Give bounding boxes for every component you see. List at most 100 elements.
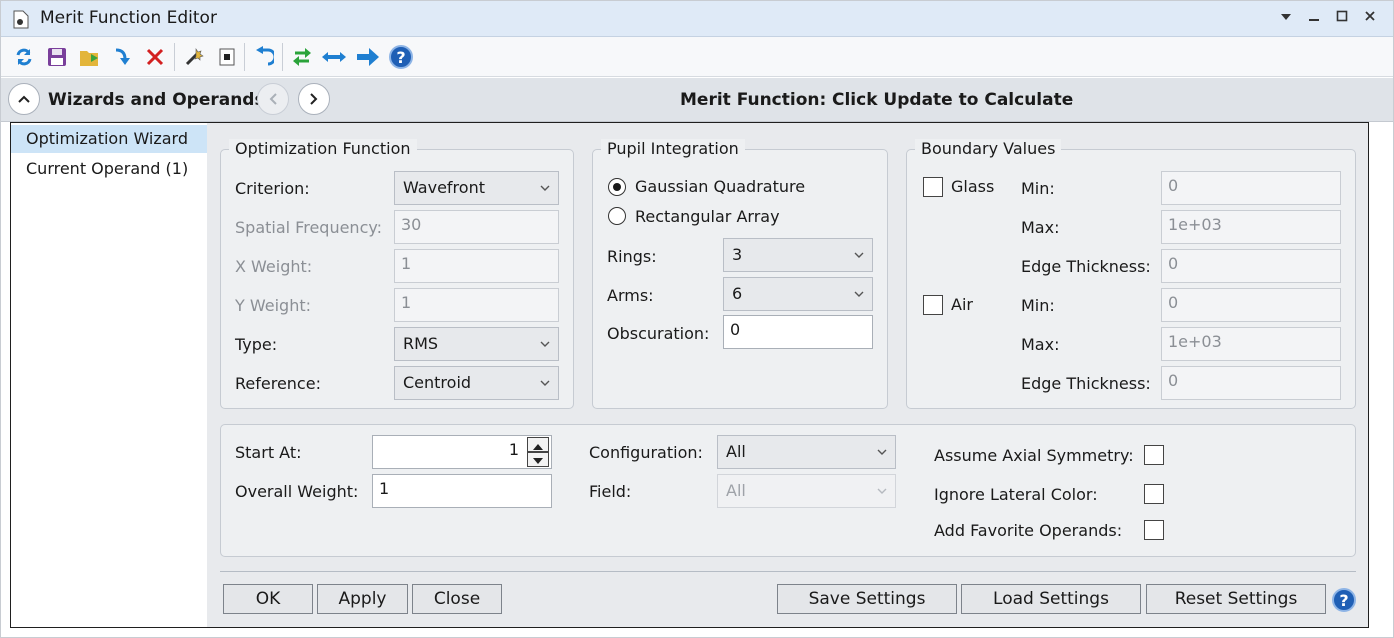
- chevron-down-icon: [854, 291, 864, 297]
- spin-up-button[interactable]: [527, 437, 549, 452]
- obscuration-field[interactable]: 0: [723, 315, 873, 349]
- rings-select[interactable]: 3: [723, 238, 873, 272]
- collapse-button[interactable]: [8, 83, 40, 115]
- help-icon[interactable]: ?: [388, 43, 414, 71]
- glass-max-field[interactable]: 1e+03: [1161, 210, 1341, 244]
- forward-icon[interactable]: [355, 43, 381, 71]
- glass-edge-thickness-field[interactable]: 0: [1161, 249, 1341, 283]
- field-value: All: [726, 481, 746, 500]
- insert-icon[interactable]: [110, 43, 136, 71]
- close-button[interactable]: Close: [412, 584, 502, 614]
- rectangular-array-radio[interactable]: [608, 207, 626, 225]
- overall-weight-field[interactable]: 1: [372, 474, 552, 508]
- air-min-label: Min:: [1021, 296, 1055, 315]
- start-at-label: Start At:: [235, 443, 302, 462]
- arms-select[interactable]: 6: [723, 277, 873, 311]
- spin-down-button[interactable]: [527, 452, 549, 467]
- glass-label: Glass: [951, 177, 995, 196]
- air-edge-thickness-field[interactable]: 0: [1161, 366, 1341, 400]
- nav-item-current-operand[interactable]: Current Operand (1): [11, 155, 207, 183]
- gaussian-quadrature-radio[interactable]: [608, 178, 626, 196]
- close-window-icon[interactable]: [1359, 7, 1381, 26]
- assume-axial-symmetry-label: Assume Axial Symmetry:: [934, 446, 1134, 465]
- toolbar: ?: [1, 37, 1393, 77]
- divider: [220, 571, 1356, 572]
- merit-function-label: Merit Function:: [680, 90, 827, 110]
- toolbar-separator: [174, 43, 175, 71]
- title-bar: Merit Function Editor: [1, 1, 1393, 37]
- nav-item-optimization-wizard[interactable]: Optimization Wizard: [11, 125, 207, 153]
- reset-settings-button[interactable]: Reset Settings: [1146, 584, 1326, 614]
- reference-select[interactable]: Centroid: [394, 366, 559, 400]
- toolbar-separator: [244, 43, 245, 71]
- air-max-label: Max:: [1021, 335, 1060, 354]
- minimize-icon[interactable]: [1303, 7, 1325, 26]
- reference-value: Centroid: [403, 373, 472, 392]
- refresh-icon[interactable]: [11, 43, 37, 71]
- swap-icon[interactable]: [289, 43, 315, 71]
- boundary-values-title: Boundary Values: [915, 139, 1062, 158]
- start-at-field[interactable]: 1: [372, 435, 552, 469]
- add-favorite-operands-label: Add Favorite Operands:: [934, 521, 1123, 540]
- start-at-spinner[interactable]: [527, 437, 549, 467]
- y-weight-label: Y Weight:: [235, 296, 311, 315]
- ignore-lateral-color-checkbox[interactable]: [1144, 484, 1164, 504]
- undo-icon[interactable]: [250, 43, 276, 71]
- air-edge-thickness-label: Edge Thickness:: [1021, 374, 1151, 393]
- rectangular-array-label: Rectangular Array: [635, 207, 780, 226]
- assume-axial-symmetry-checkbox[interactable]: [1144, 445, 1164, 465]
- air-checkbox[interactable]: [923, 295, 943, 315]
- rings-value: 3: [732, 245, 743, 264]
- help-icon[interactable]: ?: [1332, 588, 1356, 612]
- chevron-down-icon: [877, 449, 887, 455]
- apply-button[interactable]: Apply: [317, 584, 408, 614]
- wizards-title: Wizards and Operands: [48, 90, 265, 110]
- wizard-nav: [11, 123, 207, 627]
- add-favorite-operands-checkbox[interactable]: [1144, 520, 1164, 540]
- load-icon[interactable]: [77, 43, 103, 71]
- spatial-frequency-field[interactable]: 30: [394, 210, 559, 244]
- glass-min-field[interactable]: 0: [1161, 171, 1341, 205]
- stop-icon[interactable]: [214, 43, 240, 71]
- type-select[interactable]: RMS: [394, 327, 559, 361]
- previous-button[interactable]: [257, 83, 289, 115]
- chevron-down-icon: [877, 488, 887, 494]
- spatial-frequency-label: Spatial Frequency:: [235, 218, 383, 237]
- save-settings-button[interactable]: Save Settings: [777, 584, 957, 614]
- glass-checkbox[interactable]: [923, 177, 943, 197]
- air-label: Air: [951, 295, 973, 314]
- chevron-down-icon: [854, 252, 864, 258]
- x-weight-field[interactable]: 1: [394, 249, 559, 283]
- maximize-icon[interactable]: [1331, 7, 1353, 26]
- next-button[interactable]: [298, 83, 330, 115]
- radio-selected-dot: [613, 183, 621, 191]
- x-weight-label: X Weight:: [235, 257, 313, 276]
- arms-label: Arms:: [607, 286, 654, 305]
- load-settings-button[interactable]: Load Settings: [961, 584, 1141, 614]
- glass-edge-thickness-label: Edge Thickness:: [1021, 257, 1151, 276]
- arrows-icon[interactable]: [321, 43, 347, 71]
- overall-weight-label: Overall Weight:: [235, 482, 359, 501]
- window-menu-dropdown-icon[interactable]: [1275, 7, 1297, 26]
- criterion-value: Wavefront: [403, 178, 485, 197]
- reference-label: Reference:: [235, 374, 321, 393]
- save-icon[interactable]: [44, 43, 70, 71]
- ok-button[interactable]: OK: [223, 584, 313, 614]
- chevron-down-icon: [540, 185, 550, 191]
- criterion-select[interactable]: Wavefront: [394, 171, 559, 205]
- air-max-field[interactable]: 1e+03: [1161, 327, 1341, 361]
- y-weight-field[interactable]: 1: [394, 288, 559, 322]
- arms-value: 6: [732, 284, 743, 303]
- obscuration-label: Obscuration:: [607, 324, 710, 343]
- ignore-lateral-color-label: Ignore Lateral Color:: [934, 485, 1098, 504]
- wizard-icon[interactable]: [181, 43, 207, 71]
- air-min-field[interactable]: 0: [1161, 288, 1341, 322]
- configuration-select[interactable]: All: [717, 435, 896, 469]
- delete-icon[interactable]: [142, 43, 168, 71]
- criterion-label: Criterion:: [235, 179, 310, 198]
- configuration-label: Configuration:: [589, 443, 703, 462]
- optimization-function-title: Optimization Function: [229, 139, 417, 158]
- chevron-down-icon: [540, 380, 550, 386]
- window-title: Merit Function Editor: [40, 8, 217, 28]
- field-select[interactable]: All: [717, 474, 896, 508]
